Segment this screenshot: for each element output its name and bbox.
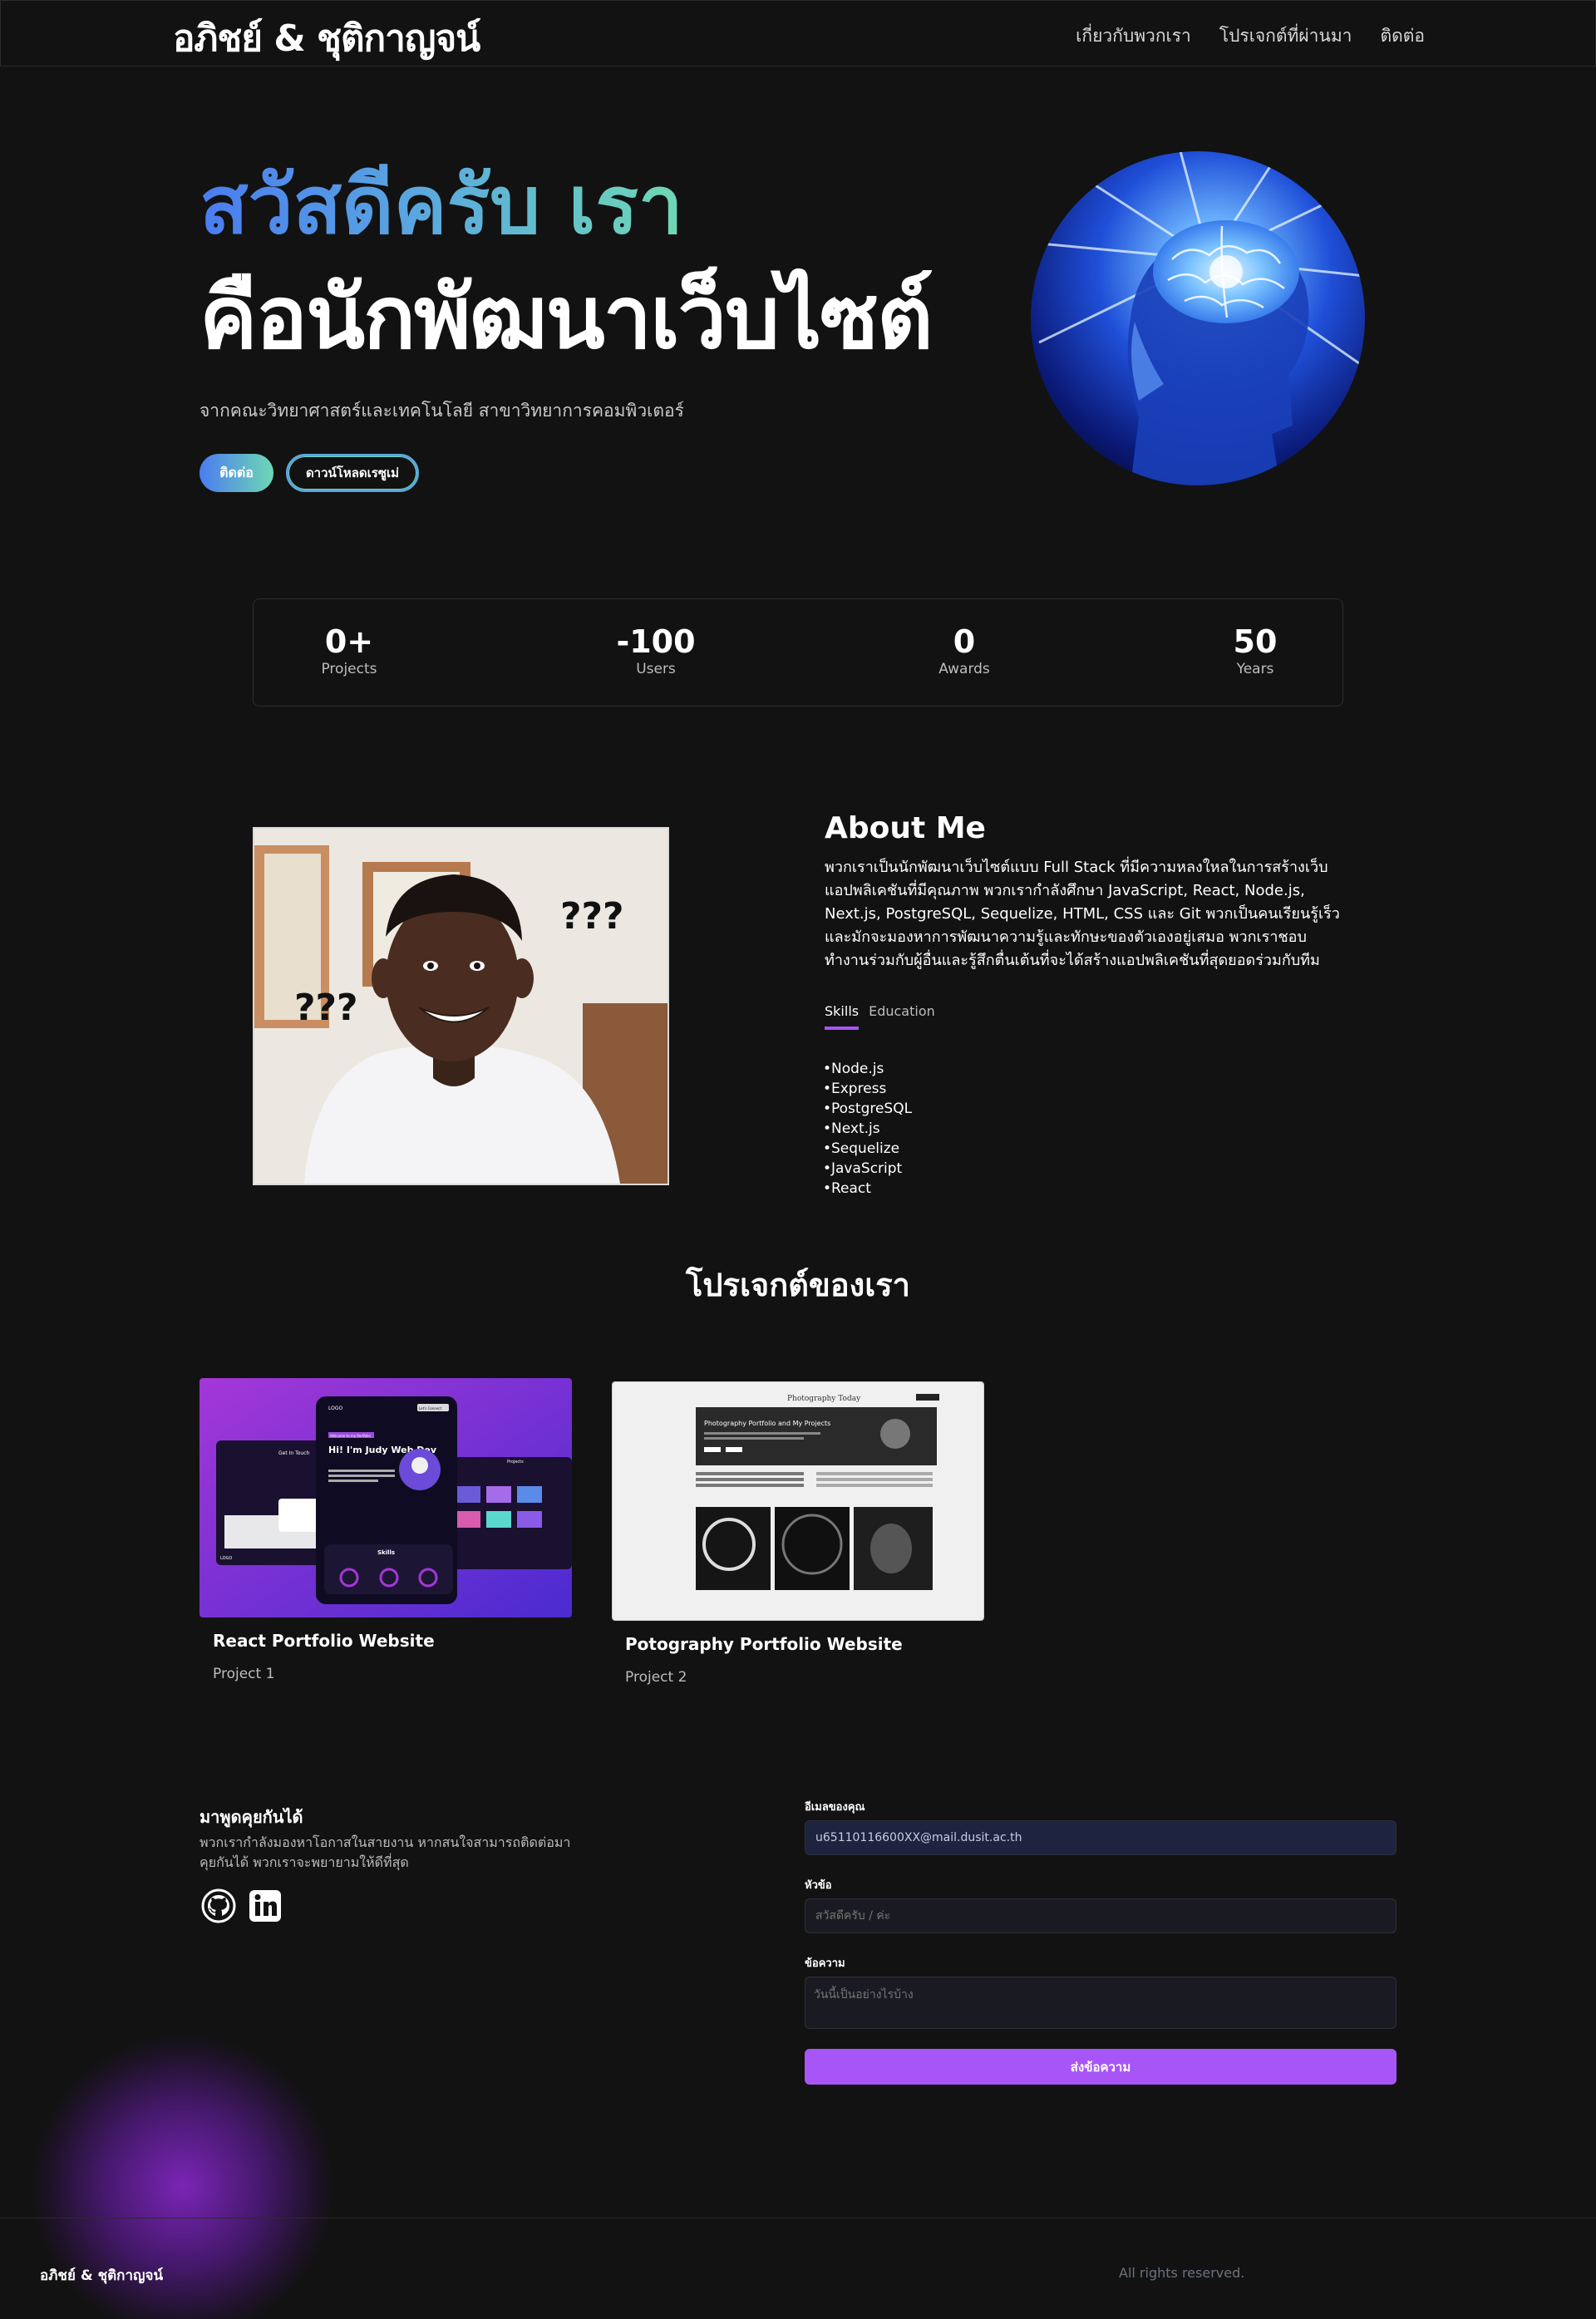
thumb-logo: LOGO (328, 1406, 343, 1411)
stat-awards: 0 Awards (881, 624, 1047, 677)
thumb-logo-small: LOGO (220, 1556, 232, 1561)
list-item: Next.js (823, 1119, 912, 1139)
thumb-connect: Let's Connect (419, 1406, 442, 1411)
hero-role: คือนักพัฒนาเว็บไซต์ (200, 267, 933, 368)
stat-value: 0+ (324, 623, 374, 660)
thumb-projects-heading: Projects (507, 1460, 524, 1465)
project-card-2[interactable]: Photography Today Photography Portfolio … (612, 1381, 984, 1686)
stat-years: 50 Years (1172, 624, 1338, 677)
project-subtitle: Project 1 (213, 1666, 275, 1682)
contact-text: พวกเรากำลังมองหาโอกาสในสายงาน หากสนใจสาม… (200, 1834, 571, 1870)
thumb-banner-title: Photography Portfolio and My Projects (704, 1420, 830, 1427)
project-thumbnail[interactable]: Photography Today Photography Portfolio … (612, 1381, 984, 1621)
github-icon[interactable] (200, 1888, 237, 1924)
project-thumbnail[interactable]: Get In Touch LOGO Projects LOGO Let's Co… (200, 1378, 572, 1617)
list-item: PostgreSQL (823, 1099, 912, 1119)
message-field[interactable] (805, 1977, 1396, 2029)
project-subtitle: Project 2 (625, 1669, 687, 1686)
email-label: อีเมลของคุณ (805, 1801, 865, 1814)
stat-label: Users (636, 661, 676, 677)
message-label: ข้อความ (805, 1957, 845, 1970)
email-field[interactable] (805, 1820, 1396, 1855)
brand-logo[interactable]: อภิชย์ & ชุติกาญจน์ (173, 9, 480, 67)
project-title[interactable]: React Portfolio Website (213, 1631, 572, 1651)
download-resume-button[interactable]: ดาวน์โหลดเรซูเม่ (286, 454, 419, 492)
nav-link-projects[interactable]: โปรเจกต์ที่ผ่านมา (1219, 22, 1352, 50)
thumb-skills-heading: Skills (377, 1549, 395, 1556)
send-message-button[interactable]: ส่งข้อความ (805, 2049, 1396, 2085)
about-title: About Me (825, 811, 986, 845)
stat-label: Awards (938, 661, 990, 677)
thumb-get-in-touch: Get In Touch (278, 1450, 309, 1456)
about-photo: ??? ??? (253, 827, 669, 1185)
contact-title: มาพูดคุยกันได้ (200, 1807, 303, 1827)
nav-links: เกี่ยวกับพวกเรา โปรเจกต์ที่ผ่านมา ติดต่อ (1076, 22, 1425, 50)
projects-title: โปรเจกต์ของเรา (686, 1267, 910, 1303)
thumb-site-name: Photography Today (787, 1395, 861, 1403)
hero-greeting: สวัสดีครับ เรา (200, 159, 683, 252)
stat-value: 0 (953, 623, 976, 660)
footer-copyright: All rights reserved. (1119, 2265, 1245, 2281)
nav-link-about[interactable]: เกี่ยวกับพวกเรา (1076, 22, 1191, 50)
brain-head-icon (1031, 151, 1365, 485)
stat-users: -100 Users (573, 624, 739, 677)
meme-question-marks: ??? (560, 895, 624, 938)
subject-field[interactable] (805, 1898, 1396, 1933)
hero-subtitle: จากคณะวิทยาศาสตร์และเทคโนโลยี สาขาวิทยาก… (200, 401, 684, 421)
stat-value: 50 (1233, 623, 1278, 660)
about-tabs: Skills Education (825, 1003, 935, 1030)
project-card-1[interactable]: Get In Touch LOGO Projects LOGO Let's Co… (200, 1378, 572, 1682)
tab-education[interactable]: Education (869, 1003, 935, 1030)
list-item: JavaScript (823, 1159, 912, 1179)
skills-list: Node.js Express PostgreSQL Next.js Seque… (823, 1059, 912, 1199)
stat-value: -100 (616, 623, 696, 660)
navbar: อภิชย์ & ชุติกาญจน์ เกี่ยวกับพวกเรา โปรเ… (0, 0, 1596, 66)
list-item: React (823, 1179, 912, 1199)
stat-projects: 0+ Projects (266, 624, 432, 677)
stats-panel: 0+ Projects -100 Users 0 Awards 50 Years (253, 598, 1343, 707)
tab-skills[interactable]: Skills (825, 1003, 860, 1030)
contact-button[interactable]: ติดต่อ (200, 454, 273, 492)
list-item: Node.js (823, 1059, 912, 1079)
nav-link-contact[interactable]: ติดต่อ (1380, 22, 1425, 50)
linkedin-icon[interactable] (247, 1888, 283, 1924)
footer: อภิชย์ & ชุติกาญจน์ All rights reserved. (0, 2218, 1596, 2319)
footer-brand[interactable]: อภิชย์ & ชุติกาญจน์ (40, 2264, 163, 2287)
stat-label: Projects (321, 661, 377, 677)
list-item: Sequelize (823, 1139, 912, 1159)
subject-label: หัวข้อ (805, 1879, 832, 1892)
about-text: พวกเราเป็นนักพัฒนาเว็บไซต์แบบ Full Stack… (825, 859, 1340, 969)
list-item: Express (823, 1079, 912, 1099)
thumb-welcome: Welcome to my Portfolio (330, 1434, 371, 1438)
project-title[interactable]: Potography Portfolio Website (625, 1634, 984, 1654)
stat-label: Years (1236, 661, 1274, 677)
hero-avatar (1031, 151, 1365, 485)
meme-question-marks: ??? (294, 987, 358, 1029)
